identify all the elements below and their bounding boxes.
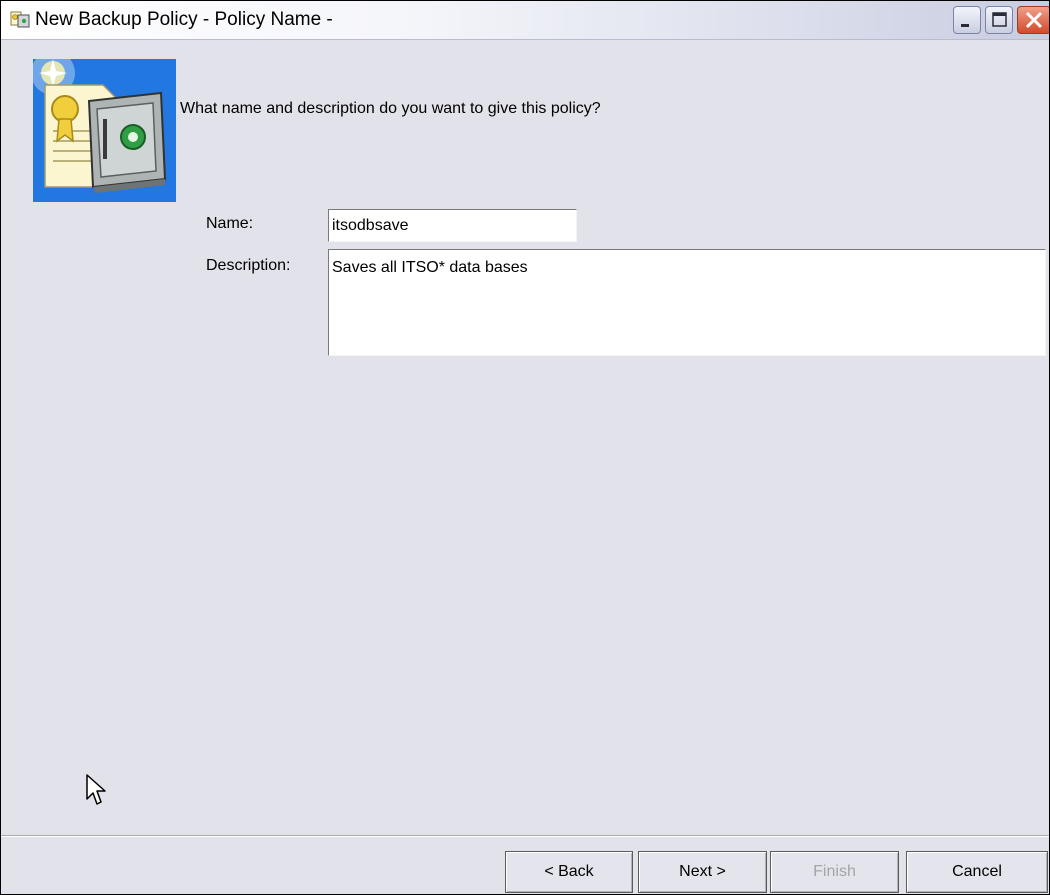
safe-with-certificate-icon (33, 59, 176, 202)
next-button[interactable]: Next > (638, 851, 767, 893)
window-title: New Backup Policy - Policy Name - (35, 9, 333, 30)
wizard-window: New Backup Policy - Policy Name - What n… (0, 0, 1050, 895)
minimize-icon (961, 24, 969, 27)
maximize-icon (992, 12, 1007, 27)
backup-policy-icon (10, 11, 30, 28)
finish-button[interactable]: Finish (770, 851, 899, 893)
description-label: Description: (206, 257, 291, 274)
maximize-button[interactable] (985, 6, 1013, 34)
cancel-button[interactable]: Cancel (906, 851, 1048, 893)
policy-name-field[interactable] (328, 209, 577, 242)
mouse-pointer-icon (86, 774, 106, 805)
button-bar-separator (1, 835, 1049, 837)
title-bar[interactable]: New Backup Policy - Policy Name - (1, 1, 1049, 40)
back-button[interactable]: < Back (505, 851, 633, 893)
close-button[interactable] (1017, 6, 1049, 34)
close-icon (1025, 11, 1043, 29)
minimize-button[interactable] (953, 6, 981, 34)
policy-description-field[interactable]: Saves all ITSO* data bases (328, 249, 1046, 356)
name-label: Name: (206, 215, 254, 232)
wizard-prompt: What name and description do you want to… (180, 100, 601, 117)
